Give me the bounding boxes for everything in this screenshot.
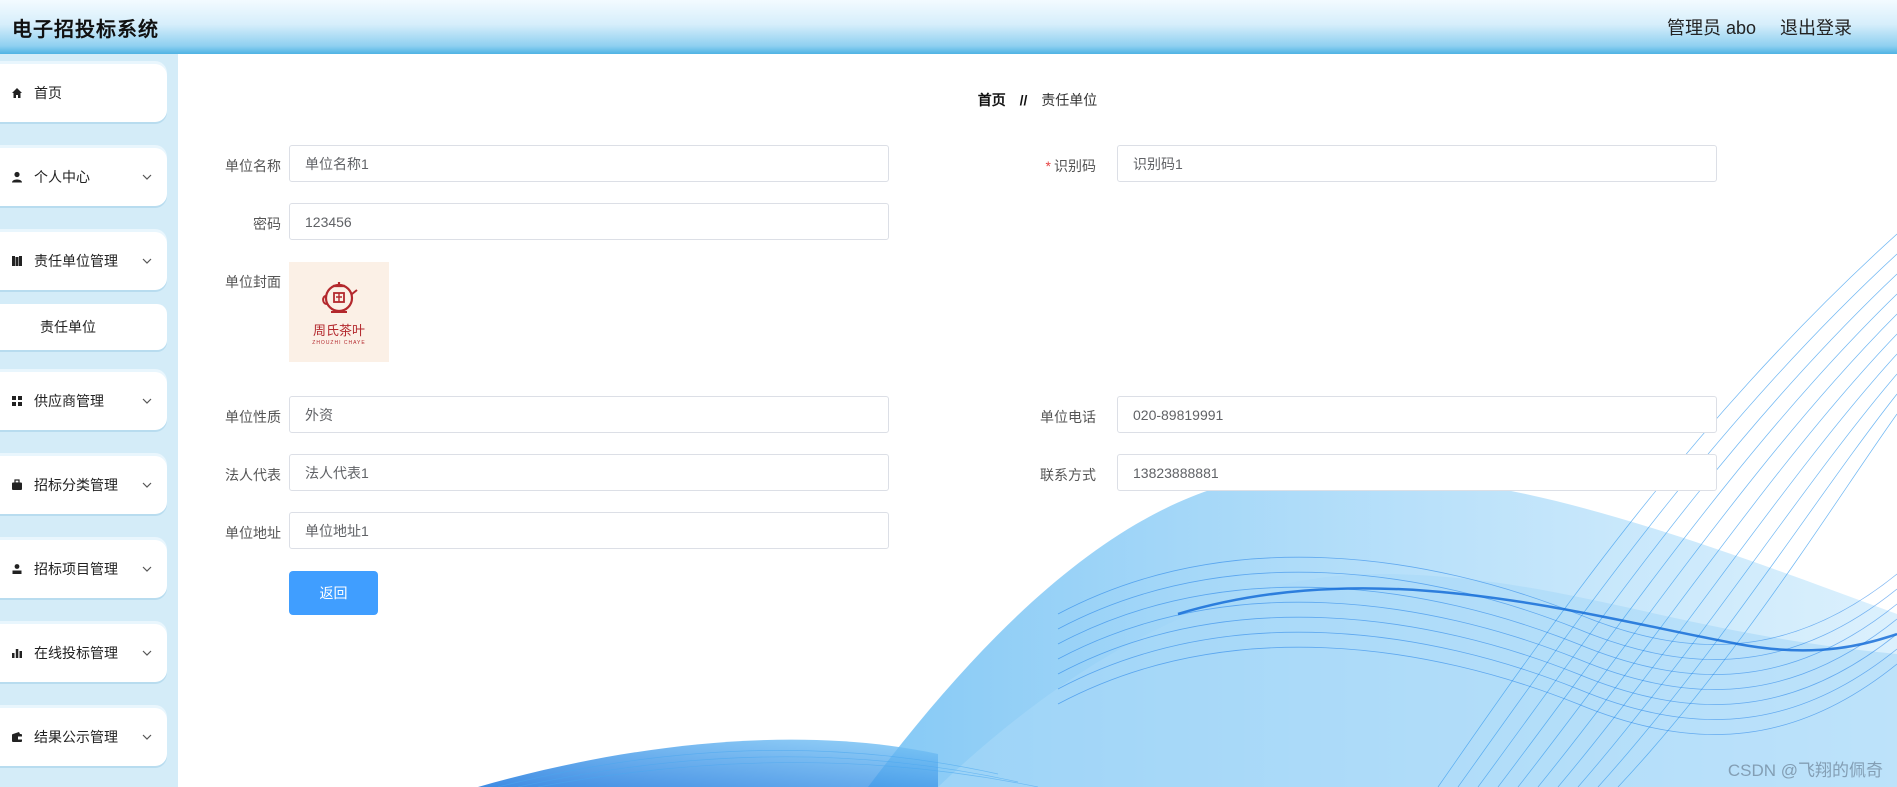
legal-rep-field[interactable]: [289, 454, 889, 491]
chevron-down-icon: [141, 254, 153, 266]
cover-label: 单位封面: [225, 274, 281, 290]
sidebar-item-label: 个人中心: [34, 169, 90, 185]
identifier-label: * 识别码: [1045, 158, 1096, 174]
breadcrumb-current: 责任单位: [1041, 92, 1098, 108]
sidebar-item-label: 责任单位管理: [34, 253, 118, 269]
cover-logo-subtext: ZHOUZHI CHAYE: [312, 340, 366, 346]
legal-rep-label: 法人代表: [225, 467, 281, 483]
home-icon: [10, 86, 24, 100]
sidebar-item-supplier-management[interactable]: 供应商管理: [0, 372, 167, 430]
current-user-label: 管理员 abo: [1666, 18, 1756, 38]
sidebar-item-personal-center[interactable]: 个人中心: [0, 148, 167, 206]
phone-field[interactable]: [1117, 396, 1717, 433]
sidebar-item-label: 结果公示管理: [34, 729, 118, 745]
unit-name-field[interactable]: [289, 145, 889, 182]
grid-icon: [10, 394, 24, 408]
chevron-down-icon: [141, 562, 153, 574]
back-button[interactable]: 返回: [289, 571, 378, 615]
user-icon: [10, 170, 24, 184]
phone-label: 单位电话: [1040, 409, 1096, 425]
contact-label: 联系方式: [1040, 467, 1096, 483]
teapot-logo-icon: [322, 282, 358, 313]
breadcrumb-home[interactable]: 首页: [978, 92, 1006, 108]
password-label: 密码: [253, 216, 281, 232]
chevron-down-icon: [141, 394, 153, 406]
wallet-icon: [10, 730, 24, 744]
unit-cover-image: 周氏茶叶 ZHOUZHI CHAYE: [289, 262, 389, 362]
address-label: 单位地址: [225, 525, 281, 541]
identifier-field[interactable]: [1117, 145, 1717, 182]
sidebar-item-home[interactable]: 首页: [0, 64, 167, 122]
sidebar-item-project-management[interactable]: 招标项目管理: [0, 540, 167, 598]
sidebar: 首页 个人中心 责任单位管理 责任单位 供应商管理 招标分类管理 招标项目管理 …: [0, 54, 178, 787]
app-title: 电子招投标系统: [12, 18, 159, 41]
sidebar-item-label: 供应商管理: [34, 393, 104, 409]
unit-name-label: 单位名称: [225, 158, 281, 174]
contact-field[interactable]: [1117, 454, 1717, 491]
bar-chart-icon: [10, 646, 24, 660]
sidebar-item-label: 在线投标管理: [34, 645, 118, 661]
nature-field[interactable]: [289, 396, 889, 433]
cover-logo-text: 周氏茶叶: [312, 324, 365, 339]
required-mark: *: [1045, 158, 1051, 174]
header-actions: 管理员 abo 退出登录: [1667, 14, 1897, 40]
chevron-down-icon: [141, 730, 153, 742]
watermark: CSDN @飞翔的佩奇: [1727, 761, 1883, 780]
chevron-down-icon: [141, 478, 153, 490]
sidebar-item-label: 首页: [34, 85, 62, 101]
sidebar-item-result-publicity[interactable]: 结果公示管理: [0, 708, 167, 766]
book-icon: [10, 254, 24, 268]
nature-label: 单位性质: [225, 409, 281, 425]
breadcrumb-separator: //: [1019, 92, 1028, 108]
sidebar-subitem-responsible-unit[interactable]: 责任单位: [0, 304, 167, 350]
chevron-down-icon: [141, 646, 153, 658]
address-field[interactable]: [289, 512, 889, 549]
sidebar-item-label: 招标项目管理: [34, 561, 118, 577]
top-header: 电子招投标系统 管理员 abo 退出登录: [0, 0, 1897, 54]
breadcrumb: 首页 // 责任单位: [178, 90, 1897, 110]
sidebar-item-label: 招标分类管理: [34, 477, 118, 493]
chevron-down-icon: [141, 170, 153, 182]
sidebar-item-online-bidding[interactable]: 在线投标管理: [0, 624, 167, 682]
sidebar-item-category-management[interactable]: 招标分类管理: [0, 456, 167, 514]
sidebar-item-unit-management[interactable]: 责任单位管理: [0, 232, 167, 290]
logout-link[interactable]: 退出登录: [1780, 14, 1852, 40]
password-field[interactable]: [289, 203, 889, 240]
person-icon: [10, 562, 24, 576]
sidebar-subitem-label: 责任单位: [40, 319, 96, 335]
briefcase-icon: [10, 478, 24, 492]
main-content: 首页 // 责任单位 单位名称 *识别码 密码 单位封面 周氏茶叶 ZHOUZH…: [178, 54, 1897, 787]
